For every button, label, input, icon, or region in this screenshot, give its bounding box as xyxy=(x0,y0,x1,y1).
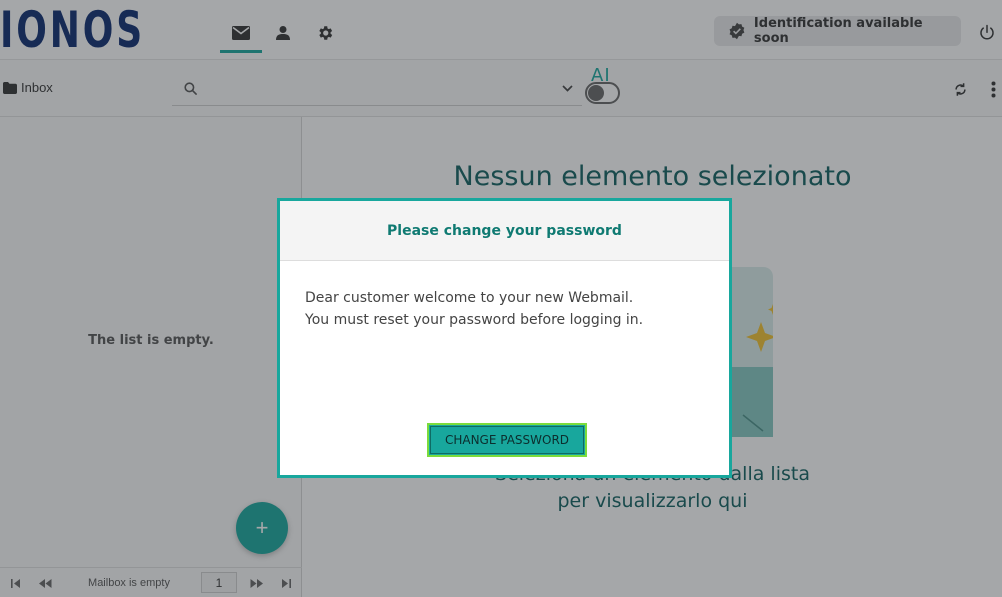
change-password-button-label: CHANGE PASSWORD xyxy=(430,426,584,454)
dialog-message-line-2: You must reset your password before logg… xyxy=(305,312,644,328)
dialog-message: Dear customer welcome to your new Webmai… xyxy=(305,287,705,331)
dialog-message-line-1: Dear customer welcome to your new Webmai… xyxy=(305,290,634,306)
change-password-dialog: Please change your password Dear custome… xyxy=(277,198,732,478)
dialog-title: Please change your password xyxy=(280,201,729,261)
change-password-button[interactable]: CHANGE PASSWORD xyxy=(427,423,587,457)
